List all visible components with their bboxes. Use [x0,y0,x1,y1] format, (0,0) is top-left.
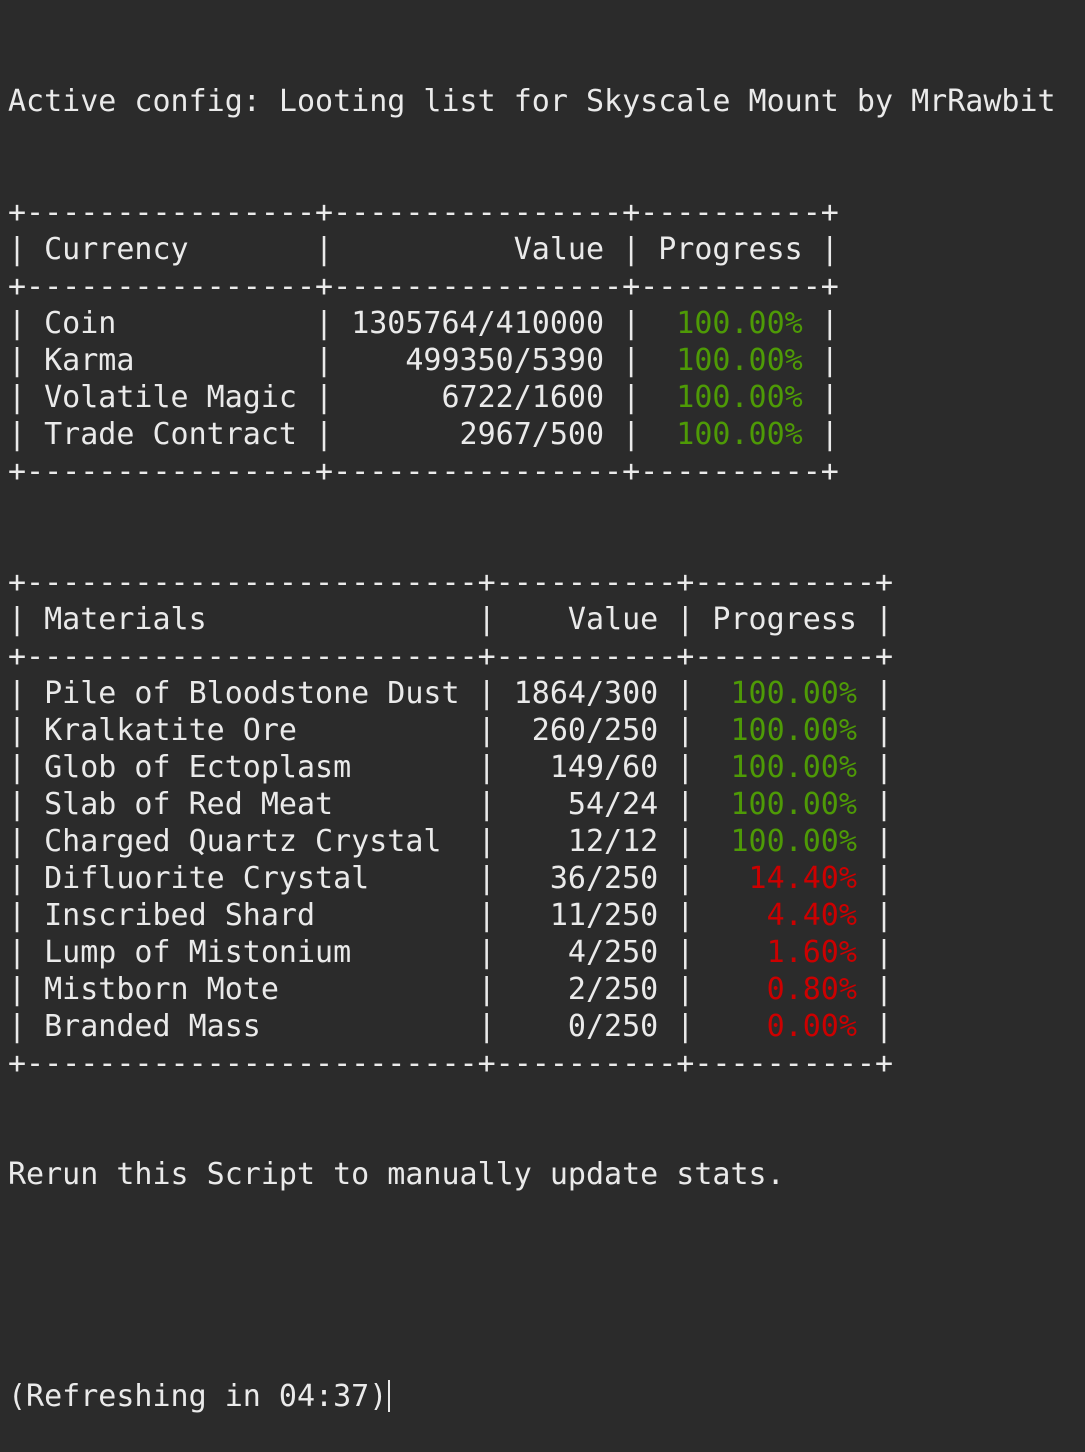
refresh-countdown: (Refreshing in 04:37) [8,1379,388,1414]
currency-row-value: 499350/5390 [351,343,605,378]
materials-row-progress: 0.00% [712,1009,857,1044]
materials-header-value: Value [513,602,659,637]
materials-row-name: Difluorite Crystal [44,861,460,896]
currency-row: | Trade Contract | 2967/500 | 100.00% | [8,417,839,452]
materials-row-value: 260/250 [513,713,659,748]
materials-row-progress: 1.60% [712,935,857,970]
materials-row: | Kralkatite Ore | 260/250 | 100.00% | [8,713,894,748]
currency-border-bottom: +----------------+----------------+-----… [8,454,839,489]
materials-header-progress: Progress [712,602,857,637]
currency-border-top: +----------------+----------------+-----… [8,195,839,230]
materials-row-progress: 100.00% [712,676,857,711]
terminal-output: Active config: Looting list for Skyscale… [8,9,1056,1452]
materials-row: | Mistborn Mote | 2/250 | 0.80% | [8,972,894,1007]
active-config-line: Active config: Looting list for Skyscale… [8,84,1056,119]
materials-row-name: Mistborn Mote [44,972,460,1007]
materials-row-name: Kralkatite Ore [44,713,460,748]
materials-row: | Glob of Ectoplasm | 149/60 | 100.00% | [8,750,894,785]
materials-row-progress: 4.40% [712,898,857,933]
materials-row-value: 1864/300 [513,676,659,711]
currency-row: | Volatile Magic | 6722/1600 | 100.00% | [8,380,839,415]
currency-row: | Karma | 499350/5390 | 100.00% | [8,343,839,378]
materials-row: | Inscribed Shard | 11/250 | 4.40% | [8,898,894,933]
materials-row-name: Glob of Ectoplasm [44,750,460,785]
currency-header-row: | Currency | Value | Progress | [8,232,839,267]
currency-row-name: Karma [44,343,297,378]
materials-border-top: +-------------------------+----------+--… [8,565,894,600]
currency-row-name: Trade Contract [44,417,297,452]
materials-row-name: Pile of Bloodstone Dust [44,676,460,711]
rerun-message: Rerun this Script to manually update sta… [8,1157,785,1192]
materials-row-name: Slab of Red Meat [44,787,460,822]
currency-row-name: Coin [44,306,297,341]
materials-row: | Pile of Bloodstone Dust | 1864/300 | 1… [8,676,894,711]
materials-row: | Charged Quartz Crystal | 12/12 | 100.0… [8,824,894,859]
materials-row-name: Branded Mass [44,1009,460,1044]
materials-row-value: 11/250 [513,898,659,933]
materials-row-value: 4/250 [513,935,659,970]
materials-row-value: 12/12 [513,824,659,859]
materials-row-value: 149/60 [513,750,659,785]
currency-row-value: 1305764/410000 [351,306,605,341]
currency-border-mid: +----------------+----------------+-----… [8,269,839,304]
materials-row: | Difluorite Crystal | 36/250 | 14.40% | [8,861,894,896]
materials-row: | Slab of Red Meat | 54/24 | 100.00% | [8,787,894,822]
materials-row-name: Inscribed Shard [44,898,460,933]
materials-table: +-------------------------+----------+--… [8,564,1056,1082]
currency-table: +----------------+----------------+-----… [8,194,1056,490]
currency-row-value: 6722/1600 [351,380,605,415]
materials-header-name: Materials [44,602,460,637]
materials-header-row: | Materials | Value | Progress | [8,602,894,637]
currency-row-value: 2967/500 [351,417,605,452]
currency-row-name: Volatile Magic [44,380,297,415]
materials-row-value: 0/250 [513,1009,659,1044]
materials-row-progress: 100.00% [712,750,857,785]
materials-row: | Lump of Mistonium | 4/250 | 1.60% | [8,935,894,970]
materials-row-progress: 100.00% [712,824,857,859]
currency-row-progress: 100.00% [658,306,803,341]
materials-row: | Branded Mass | 0/250 | 0.00% | [8,1009,894,1044]
materials-row-progress: 100.00% [712,787,857,822]
currency-header-name: Currency [44,232,297,267]
materials-row-progress: 0.80% [712,972,857,1007]
materials-row-value: 54/24 [513,787,659,822]
currency-row: | Coin | 1305764/410000 | 100.00% | [8,306,839,341]
materials-row-value: 2/250 [513,972,659,1007]
materials-border-mid: +-------------------------+----------+--… [8,639,894,674]
text-cursor [388,1380,391,1412]
currency-header-value: Value [351,232,605,267]
currency-row-progress: 100.00% [658,417,803,452]
materials-row-progress: 100.00% [712,713,857,748]
materials-row-name: Charged Quartz Crystal [44,824,460,859]
materials-row-progress: 14.40% [712,861,857,896]
materials-border-bottom: +-------------------------+----------+--… [8,1046,894,1081]
materials-row-name: Lump of Mistonium [44,935,460,970]
refresh-line[interactable]: (Refreshing in 04:37) [8,1378,1056,1415]
currency-row-progress: 100.00% [658,343,803,378]
materials-row-value: 36/250 [513,861,659,896]
currency-header-progress: Progress [658,232,803,267]
currency-row-progress: 100.00% [658,380,803,415]
